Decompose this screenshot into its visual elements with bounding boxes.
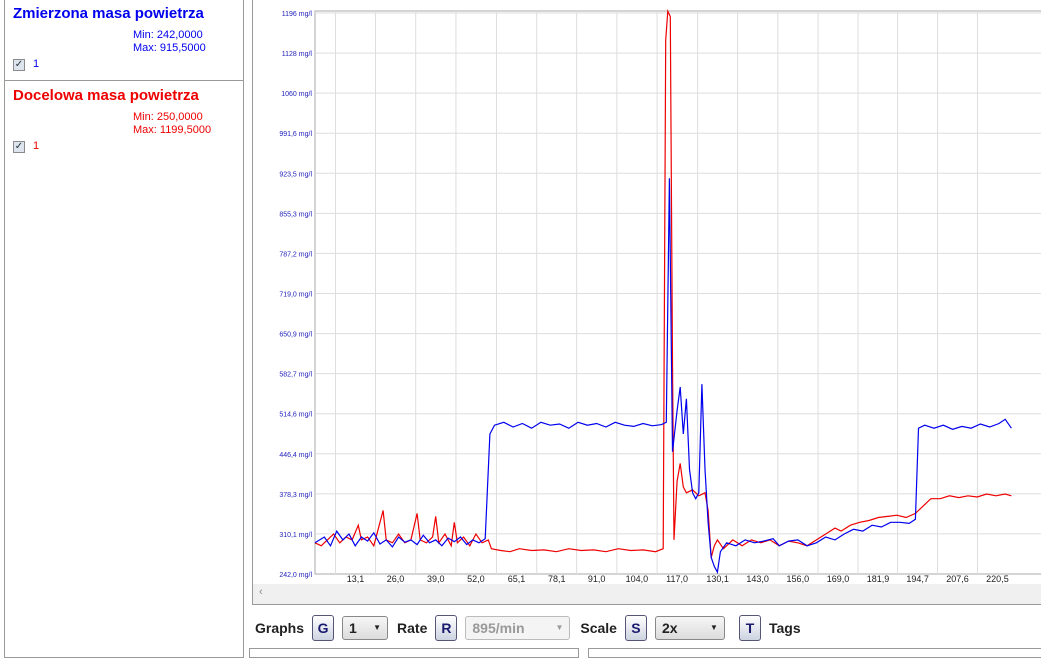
y-tick-label: 923,5 mg/l	[279, 171, 312, 178]
y-tick-label: 242,0 mg/l	[279, 572, 312, 579]
y-tick-label: 650,9 mg/l	[279, 332, 312, 339]
channel-checkbox[interactable]: ✓	[13, 59, 25, 71]
y-tick-label: 1196 mg/l	[282, 11, 313, 18]
signal-measured-air-mass: Zmierzona masa powietrza Min: 242,0000 M…	[5, 0, 243, 81]
x-tick-label: 104,0	[626, 574, 649, 584]
channel-checkbox[interactable]: ✓	[13, 141, 25, 153]
x-tick-label: 91,0	[588, 574, 606, 584]
y-tick-label: 719,0 mg/l	[279, 292, 312, 299]
graphs-hotkey-button[interactable]: G	[312, 615, 335, 641]
line-chart: 1196 mg/l 1128 mg/l 1060 mg/l 991,6 mg/l 923…	[279, 8, 1041, 584]
y-tick-label: 991,6 mg/l	[279, 131, 312, 138]
x-tick-label: 143,0	[746, 574, 769, 584]
rate-hotkey-button[interactable]: R	[435, 615, 458, 641]
chevron-down-icon: ▼	[555, 623, 564, 632]
y-tick-label: 1128 mg/l	[282, 51, 313, 58]
x-tick-label: 52,0	[467, 574, 485, 584]
x-tick-label: 181,9	[867, 574, 890, 584]
y-tick-label: 1060 mg/l	[281, 91, 312, 98]
signal-target-air-mass: Docelowa masa powietrza Min: 250,0000 Ma…	[5, 81, 243, 163]
graphs-select[interactable]: 1 ▼	[342, 616, 389, 640]
scale-hotkey-button[interactable]: S	[624, 615, 647, 641]
bottom-panel-left	[249, 648, 579, 658]
scale-select[interactable]: 2x ▼	[654, 616, 725, 640]
x-tick-label: 78,1	[548, 574, 566, 584]
y-tick-label: 514,6 mg/l	[279, 412, 312, 419]
graphs-label: Graphs	[255, 620, 305, 636]
signal-min: Min: 242,0000	[133, 29, 203, 41]
rate-value: 895/min	[472, 620, 525, 636]
y-tick-label: 310,1 mg/l	[279, 532, 312, 539]
signal-name: Zmierzona masa powietrza	[13, 5, 204, 22]
y-tick-label: 446,4 mg/l	[279, 452, 312, 459]
tags-label: Tags	[768, 620, 801, 636]
scroll-left-arrow-icon[interactable]: ‹	[259, 586, 263, 598]
scale-value: 2x	[661, 620, 678, 636]
x-tick-label: 194,7	[906, 574, 929, 584]
toolbar: Graphs G 1 ▼ Rate R 895/min ▼ Scale S 2x ▼ …	[255, 614, 801, 642]
x-tick-label: 156,0	[787, 574, 810, 584]
y-tick-label: 787,2 mg/l	[279, 251, 312, 258]
y-tick-label: 855,3 mg/l	[279, 211, 312, 218]
rate-select[interactable]: 895/min ▼	[465, 616, 571, 640]
rate-label: Rate	[397, 620, 428, 636]
chevron-down-icon: ▼	[373, 623, 382, 632]
signal-max: Max: 915,5000	[133, 42, 206, 54]
x-tick-label: 130,1	[706, 574, 729, 584]
x-tick-label: 169,0	[827, 574, 850, 584]
x-tick-label: 65,1	[508, 574, 526, 584]
y-tick-label: 378,3 mg/l	[279, 492, 312, 499]
x-tick-label: 13,1	[347, 574, 365, 584]
plot-area	[314, 10, 1041, 575]
signal-min: Min: 250,0000	[133, 111, 203, 123]
chart-panel: 1196 mg/l 1128 mg/l 1060 mg/l 991,6 mg/l 923…	[252, 0, 1041, 605]
x-tick-label: 220,5	[986, 574, 1009, 584]
x-tick-label: 26,0	[387, 574, 405, 584]
chevron-down-icon: ▼	[710, 623, 718, 632]
x-tick-label: 207,6	[946, 574, 969, 584]
signal-name: Docelowa masa powietrza	[13, 87, 199, 104]
y-tick-label: 582,7 mg/l	[279, 372, 312, 379]
signal-max: Max: 1199,5000	[133, 124, 212, 136]
x-tick-label: 117,0	[666, 574, 688, 584]
tags-hotkey-button[interactable]: T	[738, 615, 761, 641]
scale-label: Scale	[580, 620, 617, 636]
signal-legend-panel: Zmierzona masa powietrza Min: 242,0000 M…	[4, 0, 244, 658]
graphs-value: 1	[349, 620, 357, 636]
channel-label: 1	[33, 140, 40, 152]
x-tick-label: 39,0	[427, 574, 445, 584]
channel-label: 1	[33, 58, 40, 70]
bottom-panel-right	[588, 648, 1041, 658]
horizontal-scrollbar[interactable]: ‹	[253, 584, 1041, 604]
